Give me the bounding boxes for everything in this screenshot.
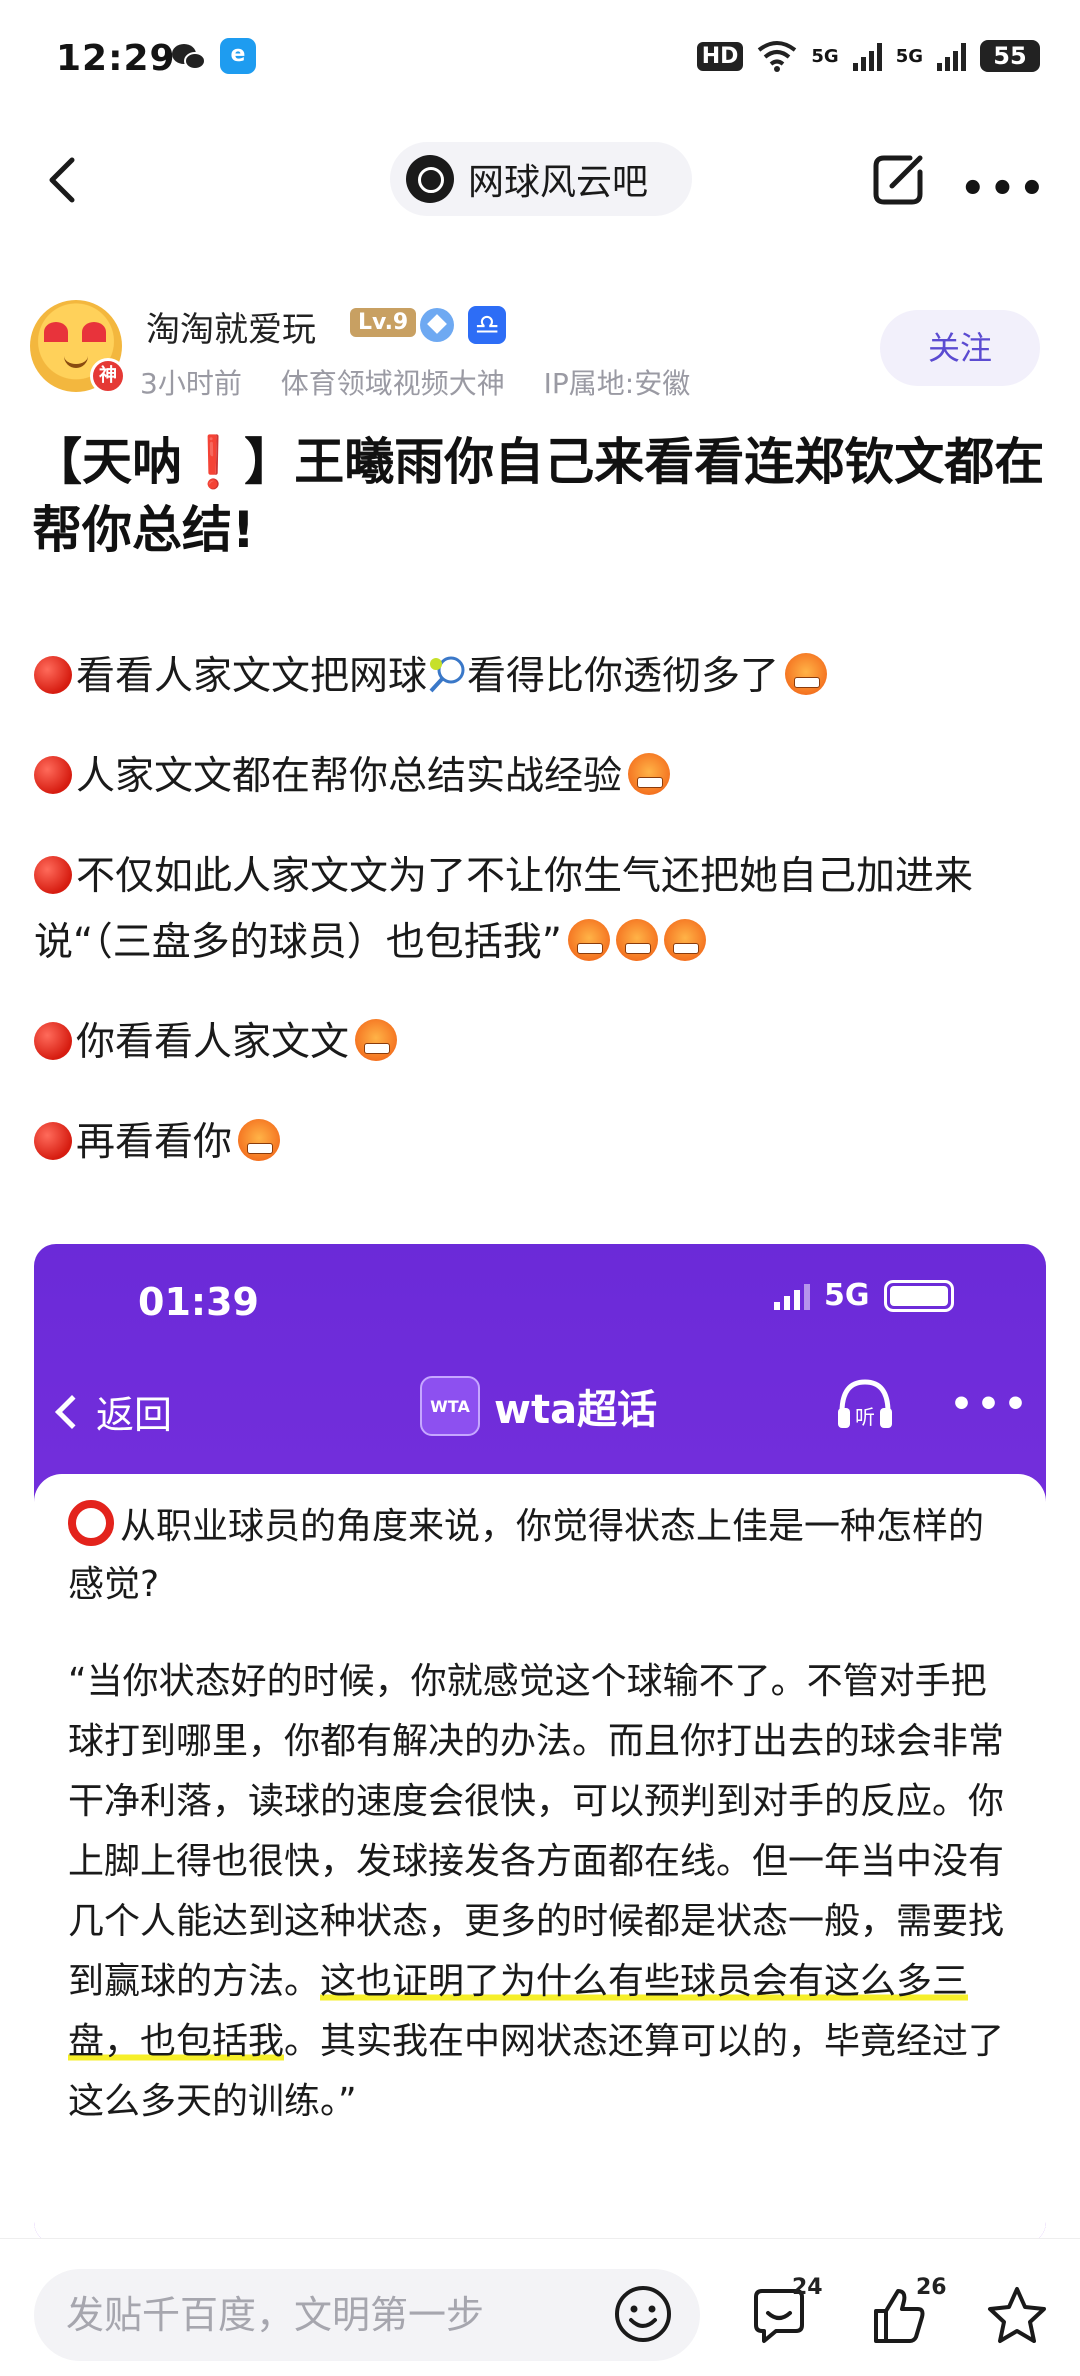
- embed-topic-name: wta超话: [494, 1387, 658, 1433]
- embed-signal-icon: [774, 1282, 810, 1310]
- red-circle-icon: [34, 656, 72, 694]
- god-badge: 神: [90, 358, 126, 394]
- post-line: 人家文文都在帮你总结实战经验: [34, 744, 1054, 810]
- embed-back-icon: [55, 1394, 89, 1429]
- angry-emoji-icon: [663, 919, 706, 961]
- post-line: 再看看你: [34, 1110, 1054, 1176]
- embed-topic: WTA wta超话: [420, 1376, 657, 1436]
- angry-emoji-icon: [628, 753, 671, 795]
- author-title: 体育领域视频大神: [280, 367, 505, 400]
- angry-emoji-icon: [785, 653, 828, 695]
- bottom-bar: 发贴千百度，文明第一步 24 26: [0, 2238, 1080, 2376]
- embed-question: 从职业球员的角度来说，你觉得状态上佳是一种怎样的感觉?: [68, 1498, 1012, 1614]
- post-line: 你看看人家文文: [34, 1010, 1054, 1076]
- hd-icon: HD: [696, 41, 744, 71]
- nav-bar: 网球风云吧 •••: [0, 130, 1080, 230]
- embed-time: 01:39: [138, 1280, 259, 1324]
- embed-card: 从职业球员的角度来说，你觉得状态上佳是一种怎样的感觉? “当你状态好的时候，你就…: [34, 1474, 1046, 2244]
- svg-text:听: 听: [855, 1405, 875, 1429]
- post-body: 看看人家文文把网球 看得比你透彻多了 人家文文都在帮你总结实战经验 不仅如此人家文…: [34, 644, 1054, 1210]
- signal-icon-2: [937, 41, 966, 71]
- post-title: 【天呐❗️】王曦雨你自己来看看连郑钦文都在帮你总结!: [32, 433, 1045, 559]
- angry-emoji-icon: [615, 919, 658, 961]
- wifi-icon: [758, 41, 797, 72]
- post-time: 3小时前: [140, 367, 242, 400]
- embed-back-button: 返回: [55, 1384, 172, 1439]
- network-5g-label: 5G: [811, 45, 839, 67]
- level-badge: Lv.9: [350, 308, 417, 337]
- post-line: 不仅如此人家文文为了不让你生气还把她自己加进来说“（三盘多的球员）也包括我”: [34, 854, 974, 965]
- libra-icon: ♎: [468, 306, 506, 344]
- eleme-icon: e: [220, 38, 256, 74]
- embed-more-icon: •••: [950, 1384, 1032, 1425]
- forum-name: 网球风云吧: [468, 162, 649, 203]
- author-meta: 3小时前 体育领域视频大神 IP属地:安徽: [140, 362, 720, 402]
- favorite-star-icon[interactable]: [984, 2283, 1050, 2349]
- reply-input[interactable]: 发贴千百度，文明第一步: [34, 2269, 700, 2361]
- red-circle-icon: [34, 1122, 72, 1160]
- angry-emoji-icon: [238, 1119, 281, 1161]
- red-circle-icon: [34, 1022, 72, 1060]
- emoji-icon[interactable]: [612, 2283, 674, 2345]
- status-notification-icons: e: [172, 38, 256, 74]
- embed-answer: “当你状态好的时候，你就感觉这个球输不了。不管对手把球打到哪里，你都有解决的办法…: [68, 1661, 1005, 2122]
- red-circle-icon: [34, 756, 72, 794]
- embed-battery-icon: [883, 1279, 954, 1312]
- more-icon[interactable]: •••: [960, 166, 1049, 212]
- author-row: 神 淘淘就爱玩 Lv.9 ♎ 3小时前 体育领域视频大神 IP属地:安徽 关注: [30, 300, 1050, 410]
- embed-status-right: 5G: [774, 1278, 954, 1313]
- status-right: HD 5G 5G 55: [696, 40, 1040, 72]
- headphone-icon: 听: [838, 1379, 892, 1429]
- share-edit-icon[interactable]: [866, 148, 930, 212]
- angry-emoji-icon: [567, 919, 610, 961]
- signal-icon: [852, 41, 882, 71]
- embedded-screenshot[interactable]: 01:39 5G 返回 WTA wta超话 听 ••• 从职业球员的角度来说，你…: [34, 1244, 1046, 2244]
- status-bar: 12:29 e HD 5G 5G 55: [0, 0, 1080, 120]
- author-name[interactable]: 淘淘就爱玩: [146, 302, 316, 351]
- angry-emoji-icon: [355, 1019, 398, 1061]
- battery-icon: 55: [980, 40, 1040, 72]
- embed-network-label: 5G: [824, 1278, 870, 1313]
- network-5g-label-2: 5G: [895, 45, 923, 67]
- status-time: 12:29: [56, 38, 176, 79]
- red-ring-icon: [68, 1500, 114, 1546]
- follow-button[interactable]: 关注: [880, 310, 1040, 386]
- diamond-icon: [420, 308, 454, 342]
- back-icon[interactable]: [36, 148, 96, 212]
- comment-count: 24: [792, 2275, 823, 2300]
- forum-pill[interactable]: 网球风云吧: [390, 142, 692, 216]
- forum-avatar: [406, 155, 454, 203]
- post-line: 看看人家文文把网球 看得比你透彻多了: [34, 644, 1054, 710]
- like-count: 26: [916, 2275, 947, 2300]
- ip-location: IP属地:安徽: [543, 367, 691, 400]
- red-circle-icon: [34, 856, 72, 894]
- tennis-racket-icon: [429, 656, 465, 693]
- wta-logo-icon: WTA: [420, 1376, 480, 1436]
- wechat-icon: [172, 42, 206, 72]
